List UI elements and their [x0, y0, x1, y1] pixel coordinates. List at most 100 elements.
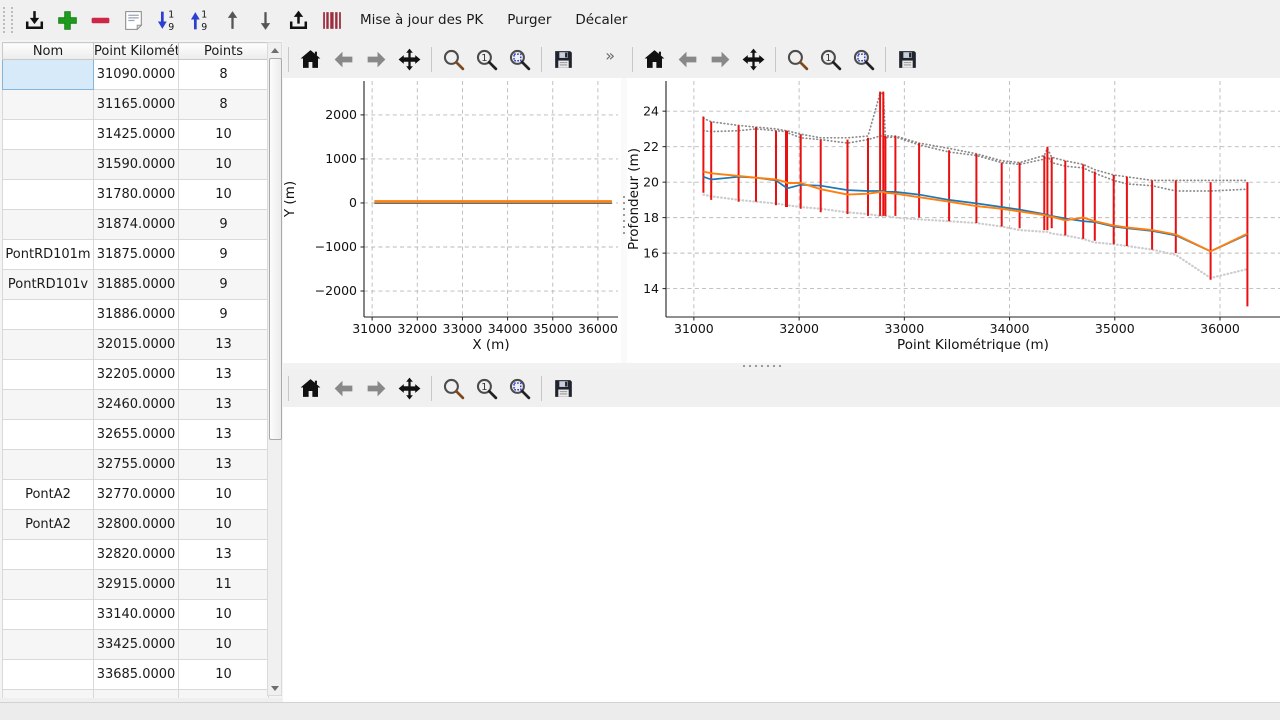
pk-table-cell[interactable]: 31875.0000	[94, 240, 179, 270]
pk-table-cell[interactable]: 10	[179, 150, 269, 180]
export-button[interactable]	[282, 4, 315, 37]
forward-button[interactable]	[362, 373, 391, 403]
pk-table-cell[interactable]: 31886.0000	[94, 300, 179, 330]
pk-table-cell[interactable]: 32770.0000	[94, 480, 179, 510]
toolbar-grip[interactable]	[3, 7, 13, 33]
pan-button[interactable]	[395, 373, 424, 403]
pk-table-cell[interactable]: 9	[179, 300, 269, 330]
zoom-button[interactable]	[783, 44, 812, 74]
home-button[interactable]	[296, 44, 325, 74]
pk-table-cell[interactable]: 9	[179, 210, 269, 240]
zoom-original-button[interactable]: 1	[472, 44, 501, 74]
pk-table-cell[interactable]	[3, 570, 94, 600]
column-header-points[interactable]: Points	[179, 43, 269, 60]
toolbar-overflow-button[interactable]: »	[602, 46, 618, 65]
zoom-rect-button[interactable]	[505, 44, 534, 74]
sort-up-button[interactable]: 19	[183, 4, 216, 37]
pk-table-cell[interactable]: PontA2	[3, 480, 94, 510]
pk-table-cell[interactable]: 9	[179, 240, 269, 270]
pk-table-cell[interactable]: 32015.0000	[94, 330, 179, 360]
pk-table-cell[interactable]: 32800.0000	[94, 510, 179, 540]
zoom-button[interactable]	[439, 44, 468, 74]
home-button[interactable]	[640, 44, 669, 74]
pk-table-cell[interactable]: 13	[179, 330, 269, 360]
pk-table-cell[interactable]	[94, 690, 179, 699]
column-header-pk[interactable]: Point Kilométrique	[94, 43, 179, 60]
pk-table-cell[interactable]: 32915.0000	[94, 570, 179, 600]
pk-table-cell[interactable]: 13	[179, 420, 269, 450]
pk-table-cell[interactable]	[3, 690, 94, 699]
profiles-button[interactable]	[315, 4, 348, 37]
pk-table-cell[interactable]: 13	[179, 540, 269, 570]
pk-table-cell[interactable]: 33425.0000	[94, 630, 179, 660]
add-button[interactable]	[51, 4, 84, 37]
pk-table-cell[interactable]: 32820.0000	[94, 540, 179, 570]
pk-table-cell[interactable]	[3, 360, 94, 390]
pk-table-cell[interactable]: 10	[179, 120, 269, 150]
pk-table-cell[interactable]: 13	[179, 390, 269, 420]
pk-table-cell[interactable]: 10	[179, 630, 269, 660]
empty-plot-canvas[interactable]	[283, 407, 1280, 702]
pk-table-cell[interactable]: 8	[179, 60, 269, 90]
import-button[interactable]	[18, 4, 51, 37]
pk-table-cell[interactable]	[3, 390, 94, 420]
pk-table-cell[interactable]	[3, 600, 94, 630]
zoom-original-button[interactable]: 1	[816, 44, 845, 74]
forward-button[interactable]	[706, 44, 735, 74]
pk-table-cell[interactable]: 33685.0000	[94, 660, 179, 690]
scroll-up-button[interactable]	[268, 43, 281, 57]
pan-button[interactable]	[395, 44, 424, 74]
pk-table-cell[interactable]	[3, 300, 94, 330]
document-button[interactable]	[117, 4, 150, 37]
pk-table-cell[interactable]: 32755.0000	[94, 450, 179, 480]
pk-table-cell[interactable]: 10	[179, 600, 269, 630]
pk-table-cell[interactable]: 31874.0000	[94, 210, 179, 240]
back-button[interactable]	[673, 44, 702, 74]
pk-table-cell[interactable]	[3, 630, 94, 660]
zoom-button[interactable]	[439, 373, 468, 403]
pk-table-cell[interactable]: 10	[179, 660, 269, 690]
pk-table-cell[interactable]: 13	[179, 360, 269, 390]
pk-table-cell[interactable]: 9	[179, 270, 269, 300]
remove-button[interactable]	[84, 4, 117, 37]
pk-table-cell[interactable]: 10	[179, 510, 269, 540]
pk-table-cell[interactable]	[3, 180, 94, 210]
shift-button[interactable]: Décaler	[563, 4, 639, 37]
pk-table-cell[interactable]: PontRD101v	[3, 270, 94, 300]
move-down-button[interactable]	[249, 4, 282, 37]
pk-table-cell[interactable]: 31780.0000	[94, 180, 179, 210]
sort-down-button[interactable]: 19	[150, 4, 183, 37]
pk-table-cell[interactable]: 31885.0000	[94, 270, 179, 300]
save-figure-button[interactable]	[893, 44, 922, 74]
pk-table-cell[interactable]: 31590.0000	[94, 150, 179, 180]
home-button[interactable]	[296, 373, 325, 403]
table-scrollbar[interactable]	[267, 42, 282, 696]
pk-table-cell[interactable]: 32460.0000	[94, 390, 179, 420]
pk-table-cell[interactable]: 32205.0000	[94, 360, 179, 390]
pk-table-cell[interactable]	[3, 210, 94, 240]
pk-table-cell[interactable]: 31165.0000	[94, 90, 179, 120]
pk-table-cell[interactable]: 10	[179, 480, 269, 510]
pk-table-cell[interactable]: 31425.0000	[94, 120, 179, 150]
pk-table-cell[interactable]	[3, 660, 94, 690]
update-pk-button[interactable]: Mise à jour des PK	[348, 4, 495, 37]
pk-table-cell[interactable]: 8	[179, 90, 269, 120]
pk-table-cell[interactable]	[179, 690, 269, 699]
scroll-down-button[interactable]	[268, 681, 281, 695]
pk-table-cell[interactable]: 11	[179, 570, 269, 600]
pk-table-cell[interactable]: PontA2	[3, 510, 94, 540]
zoom-original-button[interactable]: 1	[472, 373, 501, 403]
pk-table-cell[interactable]: 31090.0000	[94, 60, 179, 90]
pk-table-cell[interactable]	[3, 60, 94, 90]
zoom-rect-button[interactable]	[849, 44, 878, 74]
profile-plot-canvas[interactable]: 3100032000330003400035000360001416182022…	[627, 78, 1280, 363]
move-up-button[interactable]	[216, 4, 249, 37]
pk-table-cell[interactable]: 33140.0000	[94, 600, 179, 630]
pk-table-cell[interactable]	[3, 420, 94, 450]
save-figure-button[interactable]	[549, 373, 578, 403]
pk-table-cell[interactable]	[3, 450, 94, 480]
scrollbar-thumb[interactable]	[269, 58, 282, 440]
pk-table-cell[interactable]	[3, 150, 94, 180]
pk-table-cell[interactable]: PontRD101m	[3, 240, 94, 270]
pk-table-cell[interactable]: 13	[179, 450, 269, 480]
